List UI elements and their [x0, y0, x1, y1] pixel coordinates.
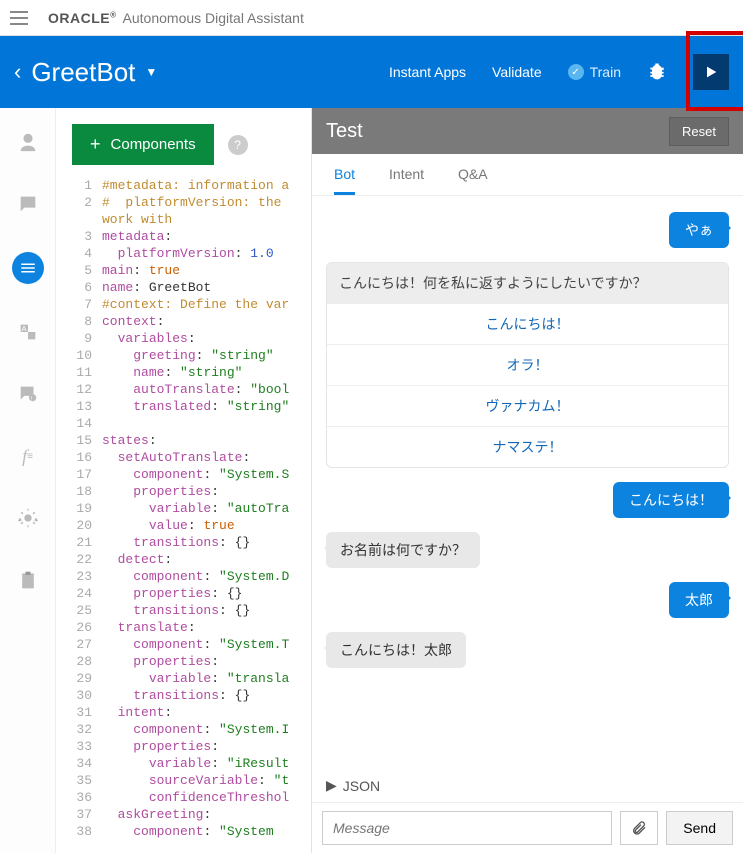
brand: ORACLE® Autonomous Digital Assistant [48, 10, 304, 26]
option-button[interactable]: ナマステ！ [327, 426, 728, 467]
settings-icon[interactable] [14, 504, 42, 532]
plus-icon: + [90, 134, 101, 155]
left-nav: A ! f≡ [0, 108, 56, 853]
tab-intent[interactable]: Intent [389, 166, 424, 195]
bot-options: こんにちは！何を私に返すようにしたいですか？ こんにちは！ オラ！ ヴァナカム！… [326, 262, 729, 468]
title-dropdown-icon[interactable]: ▼ [145, 65, 157, 79]
json-toggle[interactable]: ▶ JSON [326, 777, 729, 794]
components-button[interactable]: + Components [72, 124, 214, 165]
chat-input-bar: Send [312, 802, 743, 853]
test-tabs: Bot Intent Q&A [312, 154, 743, 196]
bot-message: お名前は何ですか？ [326, 532, 480, 568]
hamburger-menu[interactable] [10, 6, 34, 30]
tab-bot[interactable]: Bot [334, 166, 355, 195]
test-title: Test [326, 120, 363, 143]
code-pane: + Components ? 1#metadata: information a… [56, 108, 311, 853]
message-input[interactable] [322, 811, 612, 845]
bug-icon[interactable] [647, 61, 667, 84]
yaml-editor[interactable]: 1#metadata: information a2# platformVers… [72, 177, 311, 840]
page-title[interactable]: GreetBot [31, 57, 135, 88]
check-circle-icon: ✓ [568, 64, 584, 80]
tab-qa[interactable]: Q&A [458, 166, 488, 195]
page-header: ‹ GreetBot ▼ Instant Apps Validate ✓ Tra… [0, 36, 743, 108]
brand-bar: ORACLE® Autonomous Digital Assistant [0, 0, 743, 36]
help-icon[interactable]: ? [228, 135, 248, 155]
instant-apps-link[interactable]: Instant Apps [389, 64, 466, 80]
chat-icon[interactable] [14, 190, 42, 218]
flow-icon[interactable] [12, 252, 44, 284]
user-message: やぁ [669, 212, 729, 248]
validate-link[interactable]: Validate [492, 64, 542, 80]
caret-right-icon: ▶ [326, 777, 337, 794]
option-button[interactable]: オラ！ [327, 344, 728, 385]
persona-icon[interactable] [14, 128, 42, 156]
function-icon[interactable]: f≡ [14, 442, 42, 470]
user-message: こんにちは！ [613, 482, 729, 518]
svg-text:A: A [21, 324, 26, 333]
qa-icon[interactable]: ! [14, 380, 42, 408]
reset-button[interactable]: Reset [669, 117, 729, 146]
bot-message: こんにちは！太郎 [326, 632, 466, 668]
chat-body: やぁ こんにちは！何を私に返すようにしたいですか？ こんにちは！ オラ！ ヴァナ… [312, 196, 743, 773]
test-header: Test Reset [312, 108, 743, 154]
send-button[interactable]: Send [666, 811, 733, 845]
clipboard-icon[interactable] [14, 566, 42, 594]
attach-button[interactable] [620, 811, 658, 845]
product-name: Autonomous Digital Assistant [123, 10, 304, 26]
option-button[interactable]: ヴァナカム！ [327, 385, 728, 426]
user-message: 太郎 [669, 582, 729, 618]
bot-prompt: こんにちは！何を私に返すようにしたいですか？ [327, 263, 728, 303]
back-chevron-icon[interactable]: ‹ [14, 59, 21, 85]
language-icon[interactable]: A [14, 318, 42, 346]
train-link[interactable]: ✓ Train [568, 64, 621, 80]
option-button[interactable]: こんにちは！ [327, 303, 728, 344]
oracle-logo: ORACLE® [48, 10, 117, 26]
test-panel: Test Reset Bot Intent Q&A やぁ こんにちは！何を私に返… [311, 108, 743, 853]
play-button[interactable] [693, 54, 729, 90]
